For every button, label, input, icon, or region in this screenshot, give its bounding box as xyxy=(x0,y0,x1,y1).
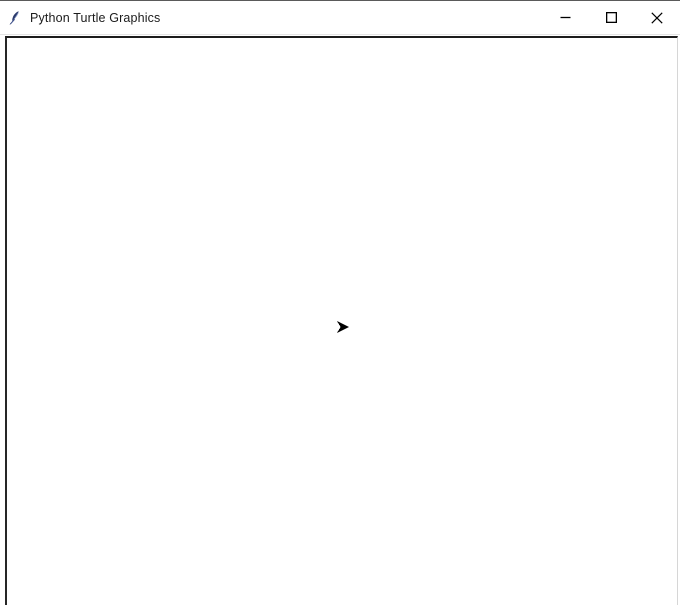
maximize-icon xyxy=(605,12,617,23)
minimize-button[interactable] xyxy=(542,1,588,34)
window-title: Python Turtle Graphics xyxy=(30,11,161,25)
turtle-canvas[interactable] xyxy=(7,38,677,605)
close-button[interactable] xyxy=(634,1,680,34)
titlebar[interactable]: Python Turtle Graphics xyxy=(0,1,680,35)
python-feather-icon xyxy=(9,11,19,25)
turtle-canvas-frame xyxy=(5,36,678,605)
turtle-cursor xyxy=(337,321,349,333)
close-icon xyxy=(651,11,663,24)
maximize-button[interactable] xyxy=(588,1,634,34)
turtle-graphics-window: Python Turtle Graphics xyxy=(0,0,680,605)
window-controls xyxy=(542,1,680,34)
minimize-icon xyxy=(560,16,570,19)
